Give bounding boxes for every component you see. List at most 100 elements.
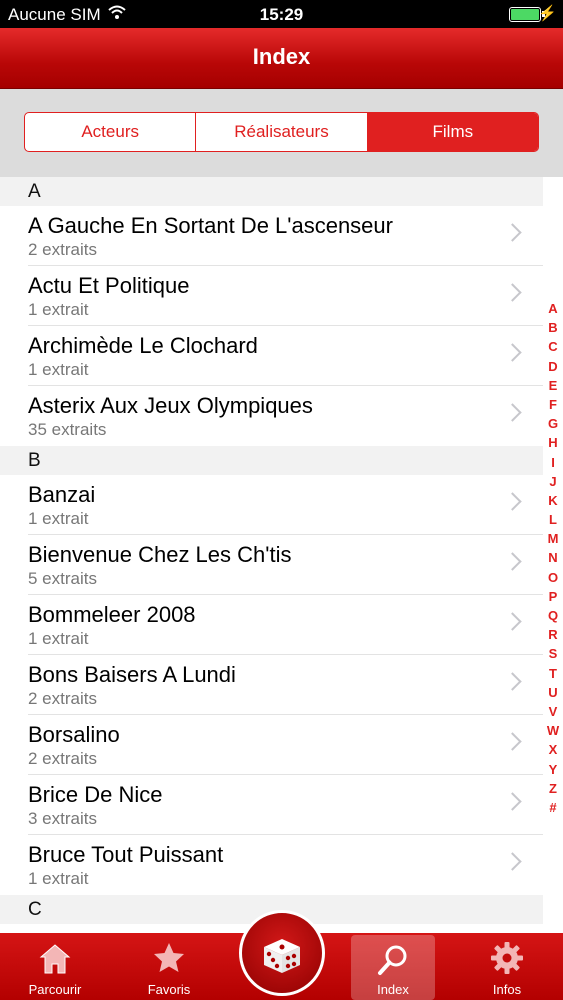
chevron-right-icon (503, 283, 522, 302)
list-item[interactable]: Archimède Le Clochard 1 extrait (0, 326, 543, 386)
magnifier-icon (378, 945, 407, 975)
list-item[interactable]: Borsalino 2 extraits (0, 715, 543, 775)
section-header-b: B (0, 446, 543, 475)
index-letter[interactable]: H (543, 433, 563, 452)
section-index[interactable]: A B C D E F G H I J K L M N O P Q R S T U V W X Y Z # (543, 299, 563, 817)
clock: 15:29 (259, 5, 304, 24)
item-title: Banzai (28, 482, 96, 507)
index-letter[interactable]: S (543, 644, 563, 663)
item-title: Brice De Nice (28, 782, 163, 807)
chevron-right-icon (503, 343, 522, 362)
tab-parcourir-label: Parcourir (28, 982, 82, 997)
item-subtitle: 2 extraits (28, 240, 97, 259)
item-title: Archimède Le Clochard (28, 333, 258, 358)
list-item[interactable]: Bommeleer 2008 1 extrait (0, 595, 543, 655)
item-subtitle: 3 extraits (28, 809, 97, 828)
page-title: Index (252, 44, 311, 69)
tab-infos-label: Infos (492, 982, 522, 997)
chevron-right-icon (503, 852, 522, 871)
gear-icon (491, 942, 523, 974)
item-subtitle: 2 extraits (28, 689, 97, 708)
index-letter[interactable]: U (543, 683, 563, 702)
index-letter[interactable]: O (543, 568, 563, 587)
list-item[interactable]: Actu Et Politique 1 extrait (0, 266, 543, 326)
item-title: Asterix Aux Jeux Olympiques (28, 393, 313, 418)
item-subtitle: 1 extrait (28, 629, 89, 648)
chevron-right-icon (503, 732, 522, 751)
list-item[interactable]: Asterix Aux Jeux Olympiques 35 extraits (0, 386, 543, 446)
item-subtitle: 35 extraits (28, 420, 107, 439)
section-header-a: A (0, 177, 543, 206)
segmented-control: Acteurs Réalisateurs Films (24, 112, 539, 152)
index-letter[interactable]: V (543, 702, 563, 721)
list-item[interactable]: A Gauche En Sortant De L'ascenseur 2 ext… (0, 206, 543, 266)
star-icon (154, 943, 184, 972)
item-subtitle: 5 extraits (28, 569, 97, 588)
tab-index-label: Index (377, 982, 409, 997)
index-letter[interactable]: C (543, 337, 563, 356)
list-item[interactable]: Bienvenue Chez Les Ch'tis 5 extraits (0, 535, 543, 595)
list-item[interactable]: Bons Baisers A Lundi 2 extraits (0, 655, 543, 715)
list-item[interactable]: Banzai 1 extrait (0, 475, 543, 535)
index-letter[interactable]: Z (543, 779, 563, 798)
tab-favoris[interactable]: Favoris (124, 933, 214, 1000)
chevron-right-icon (503, 672, 522, 691)
item-subtitle: 1 extrait (28, 360, 89, 379)
charging-icon: ⚡ (538, 5, 557, 22)
item-title: Bienvenue Chez Les Ch'tis (28, 542, 292, 567)
battery-icon (509, 7, 541, 22)
item-title: Bruce Tout Puissant (28, 842, 224, 867)
chevron-right-icon (503, 403, 522, 422)
index-letter[interactable]: R (543, 625, 563, 644)
item-title: A Gauche En Sortant De L'ascenseur (28, 213, 393, 238)
index-letter[interactable]: # (543, 798, 563, 817)
index-letter[interactable]: E (543, 376, 563, 395)
index-letter[interactable]: T (543, 664, 563, 683)
dice-icon (264, 939, 300, 973)
index-letter[interactable]: L (543, 510, 563, 529)
list-item[interactable]: Bruce Tout Puissant 1 extrait (0, 835, 543, 895)
segment-films[interactable]: Films (367, 113, 538, 151)
item-title: Actu Et Politique (28, 273, 190, 298)
item-title: Borsalino (28, 722, 120, 747)
index-letter[interactable]: K (543, 491, 563, 510)
item-subtitle: 1 extrait (28, 509, 89, 528)
item-title: Bons Baisers A Lundi (28, 662, 236, 687)
index-letter[interactable]: A (543, 299, 563, 318)
item-subtitle: 1 extrait (28, 869, 89, 888)
tab-parcourir[interactable]: Parcourir (10, 933, 100, 1000)
status-bar: Aucune SIM 15:29 ⚡ (0, 0, 563, 28)
index-letter[interactable]: N (543, 548, 563, 567)
index-letter[interactable]: I (543, 453, 563, 472)
chevron-right-icon (503, 492, 522, 511)
tab-infos[interactable]: Infos (462, 933, 552, 1000)
navigation-bar: Index (0, 28, 563, 89)
index-letter[interactable]: F (543, 395, 563, 414)
chevron-right-icon (503, 223, 522, 242)
chevron-right-icon (503, 792, 522, 811)
segment-realisateurs[interactable]: Réalisateurs (196, 113, 368, 151)
chevron-right-icon (503, 552, 522, 571)
index-letter[interactable]: M (543, 529, 563, 548)
item-subtitle: 1 extrait (28, 300, 89, 319)
index-letter[interactable]: D (543, 357, 563, 376)
index-letter[interactable]: W (543, 721, 563, 740)
segment-acteurs[interactable]: Acteurs (25, 113, 197, 151)
index-letter[interactable]: X (543, 740, 563, 759)
segment-bar: Acteurs Réalisateurs Films (0, 89, 563, 177)
index-letter[interactable]: Y (543, 760, 563, 779)
index-letter[interactable]: J (543, 472, 563, 491)
index-letter[interactable]: Q (543, 606, 563, 625)
tab-index[interactable]: Index (351, 935, 435, 1000)
index-letter[interactable]: P (543, 587, 563, 606)
house-icon (39, 944, 71, 974)
chevron-right-icon (503, 612, 522, 631)
tab-favoris-label: Favoris (147, 982, 191, 997)
index-letter[interactable]: G (543, 414, 563, 433)
item-subtitle: 2 extraits (28, 749, 97, 768)
index-letter[interactable]: B (543, 318, 563, 337)
film-list[interactable]: A A Gauche En Sortant De L'ascenseur 2 e… (0, 177, 543, 924)
random-dice-button[interactable] (239, 910, 325, 996)
item-title: Bommeleer 2008 (28, 602, 196, 627)
list-item[interactable]: Brice De Nice 3 extraits (0, 775, 543, 835)
